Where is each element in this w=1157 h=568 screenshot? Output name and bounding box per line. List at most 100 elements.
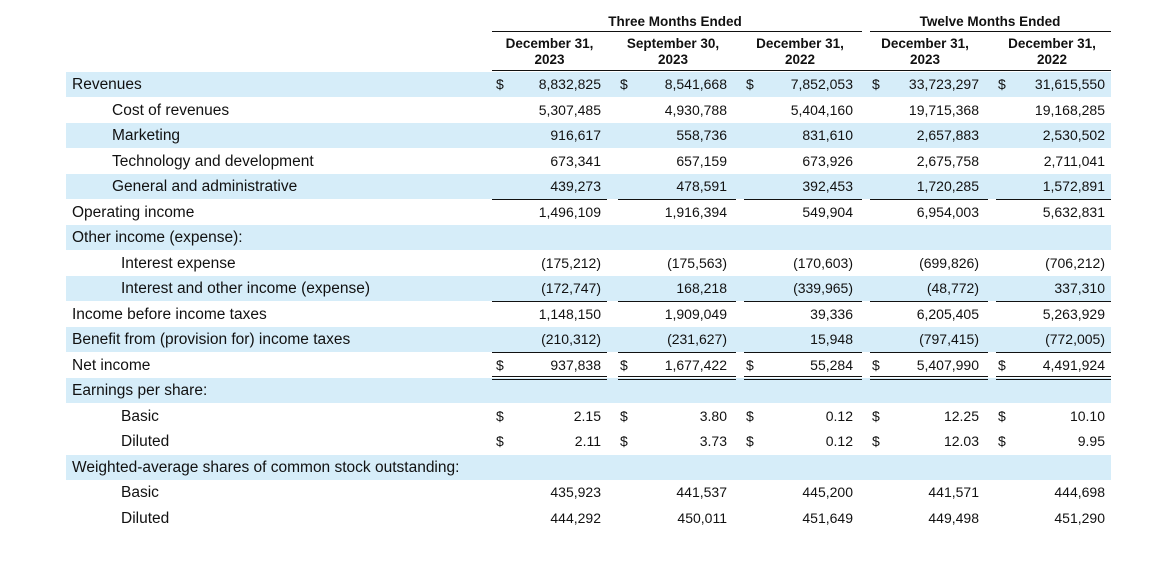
cell-value-col-2: 478,591 <box>676 178 727 194</box>
cell-value-col-1: (175,212) <box>541 254 601 271</box>
subtotal-underline-col-1 <box>492 198 607 200</box>
table-row-diluted: Diluted 444,292 450,011 451,649 449,498 451,2… <box>66 506 1111 531</box>
row-label: Interest and other income (expense) <box>121 280 370 297</box>
cell-value-col-4: 2,657,883 <box>916 127 979 143</box>
cell-value-col-1: 916,617 <box>550 127 601 143</box>
row-label: Cost of revenues <box>112 101 230 119</box>
cell-value-col-3: 831,610 <box>802 127 853 143</box>
cell-value-col-5: 444,698 <box>1054 484 1105 500</box>
cell-value-col-5: 2,530,502 <box>1042 127 1105 143</box>
currency-symbol: $ <box>496 76 504 92</box>
table-row-technology-and-development: Technology and development 673,341 657,159… <box>66 149 1111 174</box>
row-label: Earnings per share: <box>72 382 208 399</box>
cell-value-col-5: (772,005) <box>1045 331 1105 347</box>
cell-value-col-2: 1,916,394 <box>664 203 727 220</box>
cell-value-col-5: 2,711,041 <box>1043 152 1105 169</box>
cell-value-col-3: 445,200 <box>802 484 853 500</box>
column-header-1: December 31, 2023 <box>492 36 607 68</box>
currency-symbol: $ <box>496 407 504 424</box>
cell-value-col-4: 441,571 <box>928 484 979 500</box>
cell-value-col-2: 8,541,668 <box>664 76 727 92</box>
double-underline-col-5 <box>996 376 1111 380</box>
cell-value-col-5: 4,491,924 <box>1042 356 1105 373</box>
table-row-marketing: Marketing 916,617 558,736 831,610 2,657,883 2… <box>66 123 1111 148</box>
cell-value-col-1: 1,148,150 <box>538 305 601 322</box>
column-header-2: September 30, 2023 <box>613 36 733 68</box>
cell-value-col-4: 2,675,758 <box>916 152 979 169</box>
cell-value-col-4: (699,826) <box>919 254 979 271</box>
column-header-3: December 31, 2022 <box>740 36 860 68</box>
currency-symbol: $ <box>620 356 628 373</box>
currency-symbol: $ <box>620 433 628 449</box>
currency-symbol: $ <box>496 356 504 373</box>
cell-value-col-3: 5,404,160 <box>790 101 853 118</box>
currency-symbol: $ <box>746 433 754 449</box>
currency-symbol: $ <box>746 76 754 92</box>
row-label: Diluted <box>121 509 170 527</box>
cell-value-col-2: 441,537 <box>676 484 727 500</box>
table-row-general-and-administrative: General and administrative 439,273 478,591… <box>66 174 1111 199</box>
table-row-interest-and-other-income-expense: Interest and other income (expense) (172,… <box>66 276 1111 301</box>
cell-value-col-2: 4,930,788 <box>664 101 727 118</box>
table-row-other-income-expense: Other income (expense): <box>66 225 1111 250</box>
cell-value-col-2: 168,218 <box>676 280 727 296</box>
table-row-weighted-average-shares-of-common-stock-outstanding: Weighted-average shares of common stock … <box>66 454 1111 480</box>
cell-value-col-3: 549,904 <box>802 203 853 220</box>
cell-value-col-2: 3.80 <box>699 407 727 424</box>
table-row-basic: Basic 435,923 441,537 445,200 441,571 444,698 <box>66 480 1111 505</box>
table-row-interest-expense: Interest expense (175,212) (175,563) (170,6… <box>66 251 1111 276</box>
currency-symbol: $ <box>746 356 754 373</box>
currency-symbol: $ <box>998 356 1006 373</box>
table-row-income-before-income-taxes: Income before income taxes 1,148,150 1,909… <box>66 302 1111 327</box>
row-label: General and administrative <box>112 178 298 195</box>
cell-value-col-4: 1,720,285 <box>916 178 979 194</box>
table-row-operating-income: Operating income 1,496,109 1,916,394 549,90… <box>66 200 1111 225</box>
row-label: Basic <box>121 484 159 501</box>
cell-value-col-3: 673,926 <box>802 152 853 169</box>
table-row-earnings-per-share: Earnings per share: <box>66 378 1111 403</box>
cell-value-col-5: 5,263,929 <box>1042 305 1105 322</box>
subtotal-underline-col-1 <box>492 300 607 302</box>
cell-value-col-5: 10.10 <box>1069 407 1105 424</box>
currency-symbol: $ <box>998 407 1006 424</box>
row-label: Income before income taxes <box>72 305 267 323</box>
currency-symbol: $ <box>620 76 628 92</box>
column-header-4: December 31, 2023 <box>866 36 984 68</box>
currency-symbol: $ <box>496 433 504 449</box>
subtotal-underline-col-5 <box>996 198 1111 200</box>
cell-value-col-2: 3.73 <box>699 433 727 449</box>
cell-value-col-1: 5,307,485 <box>538 101 601 118</box>
cell-value-col-5: 9.95 <box>1077 433 1105 449</box>
row-label: Basic <box>121 407 159 425</box>
column-header-5-line1: December 31, <box>1008 36 1096 51</box>
row-label: Other income (expense): <box>72 229 243 246</box>
subtotal-underline-col-3 <box>744 351 862 353</box>
cell-value-col-5: 451,290 <box>1054 509 1105 526</box>
cell-value-col-2: (175,563) <box>667 254 727 271</box>
cell-value-col-4: (48,772) <box>926 280 979 296</box>
cell-value-col-4: 12.03 <box>943 433 979 449</box>
column-header-4-line1: December 31, <box>881 36 969 51</box>
currency-symbol: $ <box>872 433 880 449</box>
cell-value-col-2: 450,011 <box>677 509 727 526</box>
row-label: Interest expense <box>121 254 236 272</box>
cell-value-col-2: 1,909,049 <box>664 305 727 322</box>
subtotal-underline-col-4 <box>870 198 988 200</box>
column-header-5: December 31, 2022 <box>992 36 1112 68</box>
table-row-basic: Basic $2.15 $3.80 $0.12 $12.25 $10.10 <box>66 404 1111 429</box>
subtotal-underline-col-2 <box>618 198 736 200</box>
subtotal-underline-col-4 <box>870 300 988 302</box>
column-header-1-line1: December 31, <box>505 36 594 51</box>
cell-value-col-4: (797,415) <box>919 331 979 347</box>
cell-value-col-1: 444,292 <box>550 509 601 526</box>
row-label: Weighted-average shares of common stock … <box>72 458 460 476</box>
cell-value-col-1: (210,312) <box>541 331 601 347</box>
group-header-twelve-months: Twelve Months Ended <box>919 14 1061 29</box>
cell-value-col-3: 0.12 <box>825 407 853 424</box>
double-underline-col-1 <box>492 376 607 380</box>
subtotal-underline-col-1 <box>492 351 607 353</box>
group-underline-three-months <box>492 31 862 32</box>
row-label: Marketing <box>112 127 181 144</box>
cell-value-col-3: 392,453 <box>802 178 853 194</box>
table-row-benefit-from-provision-for-income-taxes: Benefit from (provision for) income taxe… <box>66 327 1111 352</box>
